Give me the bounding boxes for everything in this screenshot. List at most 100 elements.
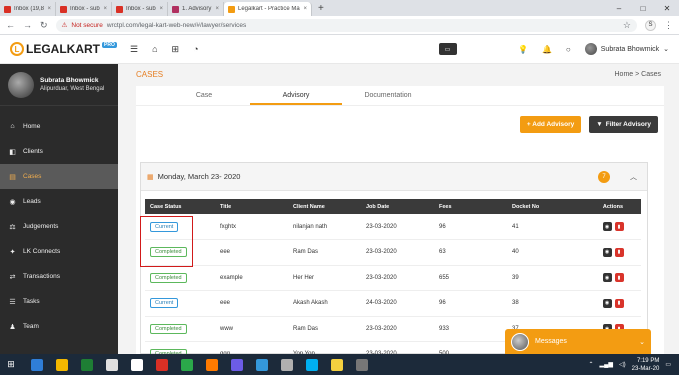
windows-start-icon[interactable]: ⊞ [0, 359, 22, 370]
view-eye-icon[interactable]: ◉ [602, 247, 612, 257]
sidebar-item-tasks[interactable]: ☰ Tasks [0, 289, 118, 314]
sidebar-item-label: Leads [23, 198, 41, 205]
tab-close-icon[interactable]: × [303, 6, 307, 12]
minimize-icon[interactable]: – [607, 0, 631, 16]
back-icon[interactable]: ← [6, 20, 15, 30]
taskbar-app-icon[interactable] [352, 354, 372, 375]
sidebar-item-leads[interactable]: ◉ Leads [0, 189, 118, 214]
delete-trash-icon[interactable]: ▮ [614, 247, 624, 257]
date-heading: Monday, March 23- 2020 [157, 172, 241, 181]
table-row: Current eee Akash Akash 24-03-2020 96 38 ◉ ▮ [145, 291, 641, 316]
cell-fees: 933 [439, 325, 450, 332]
avatar [584, 43, 597, 55]
taskbar-app-icon[interactable] [127, 354, 147, 375]
forward-icon[interactable]: → [23, 20, 32, 30]
taskbar-app-icon[interactable] [202, 354, 222, 375]
sidebar-item-label: Cases [23, 173, 42, 180]
volume-icon[interactable]: ◁) [619, 361, 626, 368]
taskbar-app-icon[interactable] [27, 354, 47, 375]
tab-close-icon[interactable]: × [215, 6, 219, 12]
id-card-icon[interactable]: ▭ [438, 43, 457, 55]
taskbar-app-icon[interactable] [302, 354, 322, 375]
messages-label: Messages [535, 338, 567, 345]
taskbar-app-icon[interactable] [227, 354, 247, 375]
status-badge: Current [150, 298, 179, 309]
chevron-down-icon[interactable]: ⌄ [639, 338, 645, 346]
chevron-up-icon[interactable]: ︿ [630, 172, 637, 182]
breadcrumb[interactable]: Home > Cases [615, 71, 662, 78]
sidebar-item-home[interactable]: ⌂ Home [0, 114, 118, 139]
browser-tab-bar: Inbox (19,878) - subrata.bhowmi×Inbox - … [0, 0, 679, 16]
tab-close-icon[interactable]: × [159, 6, 163, 12]
tab-label: Inbox - subrata@wrctpl.com - W [70, 6, 100, 12]
browser-tab[interactable]: Inbox - subrata@wrctpl.com - W× [56, 2, 112, 16]
app-header: L LEGALKART PRO ☰ ⌂ ⊞ ◔ ▭ 💡 🔔 ○ Subrata … [0, 35, 679, 64]
tab-documentation[interactable]: Documentation [342, 86, 434, 105]
hamburger-menu-icon[interactable]: ☰ [130, 44, 138, 55]
taskbar-app-icon[interactable] [77, 354, 97, 375]
rss-icon[interactable]: ◔ [193, 44, 198, 55]
taskbar-app-icon[interactable] [52, 354, 72, 375]
messages-widget[interactable]: Messages ⌄ [505, 329, 651, 354]
view-eye-icon[interactable]: ◉ [602, 273, 612, 283]
cell-client: Her Her [293, 274, 315, 281]
browser-tab[interactable]: Inbox (19,878) - subrata.bhowmi× [0, 2, 56, 16]
taskbar-app-icon[interactable] [177, 354, 197, 375]
home-icon[interactable]: ⌂ [152, 44, 157, 55]
logo-pro-badge: PRO [102, 42, 117, 48]
date-group-header[interactable]: ▦ Monday, March 23- 2020 7 ︿ [141, 163, 647, 191]
lightbulb-icon[interactable]: 💡 [518, 45, 528, 54]
network-icon[interactable]: ▂▄▆ [600, 361, 613, 368]
grid-icon[interactable]: ⊞ [172, 44, 180, 55]
taskbar-app-icon[interactable] [327, 354, 347, 375]
profile-avatar [8, 71, 34, 98]
cell-client: Akash Akash [293, 300, 328, 307]
view-eye-icon[interactable]: ◉ [602, 298, 612, 308]
windows-taskbar: ⊞ ⌃ ▂▄▆ ◁) 7:19 PM 23-Mar-20 ▭ [0, 354, 679, 375]
profile-location: Alipurduar, West Bengal [40, 86, 105, 92]
browser-tab[interactable]: 1. Advisory - Issue in added adv× [168, 2, 224, 16]
sidebar-item-transactions[interactable]: ⇄ Transactions [0, 264, 118, 289]
cell-fees: 96 [439, 223, 446, 230]
url-field[interactable]: ⚠ Not secure wrctpl.com/legal-kart-web-n… [55, 18, 637, 32]
sidebar-item-clients[interactable]: ◧ Clients [0, 139, 118, 164]
tab-favicon-icon [116, 5, 123, 13]
browser-menu-icon[interactable]: ⋮ [664, 20, 673, 31]
delete-trash-icon[interactable]: ▮ [614, 298, 624, 308]
bookmark-star-icon[interactable]: ☆ [623, 20, 631, 31]
sidebar-item-team[interactable]: ♟ Team [0, 314, 118, 339]
close-icon[interactable]: ✕ [655, 0, 679, 16]
add-advisory-button[interactable]: + Add Advisory [519, 116, 582, 133]
clock[interactable]: 7:19 PM 23-Mar-20 [632, 357, 660, 373]
taskbar-app-icon[interactable] [252, 354, 272, 375]
new-tab-button[interactable]: + [312, 3, 330, 14]
search-icon[interactable]: ○ [566, 45, 571, 54]
tab-case[interactable]: Case [158, 86, 250, 105]
browser-tab[interactable]: Legalkart - Practice Manageme× [224, 2, 312, 16]
filter-advisory-button[interactable]: ▼ Filter Advisory [589, 116, 658, 133]
status-badge: Completed [150, 247, 187, 258]
sidebar-item-judgements[interactable]: ⚖ Judgements [0, 214, 118, 239]
status-cell: Completed [145, 316, 215, 342]
reload-icon[interactable]: ↻ [40, 20, 48, 31]
taskbar-app-icon[interactable] [102, 354, 122, 375]
notifications-icon[interactable]: ▭ [665, 361, 671, 368]
notification-bell-icon[interactable]: 🔔 [542, 45, 552, 54]
tab-label: Legalkart - Practice Manageme [238, 6, 300, 12]
delete-trash-icon[interactable]: ▮ [614, 222, 624, 231]
tab-close-icon[interactable]: × [47, 6, 51, 12]
maximize-icon[interactable]: □ [631, 0, 655, 16]
browser-tab[interactable]: Inbox - subrata.bhowmick@leg× [112, 2, 168, 16]
legalkart-logo[interactable]: L LEGALKART PRO [10, 42, 130, 56]
delete-trash-icon[interactable]: ▮ [614, 273, 624, 283]
view-eye-icon[interactable]: ◉ [602, 222, 612, 231]
browser-profile-avatar[interactable]: S [645, 19, 656, 31]
tab-advisory[interactable]: Advisory [250, 86, 342, 105]
user-menu[interactable]: Subrata Bhowmick ⌄ [584, 43, 669, 55]
taskbar-app-icon[interactable] [152, 354, 172, 375]
sidebar-item-cases[interactable]: ▤ Cases [0, 164, 118, 189]
tray-arrow-icon[interactable]: ⌃ [589, 361, 594, 368]
sidebar-item-lk-connects[interactable]: ✦ LK Connects [0, 239, 118, 264]
tab-close-icon[interactable]: × [103, 6, 107, 12]
taskbar-app-icon[interactable] [277, 354, 297, 375]
